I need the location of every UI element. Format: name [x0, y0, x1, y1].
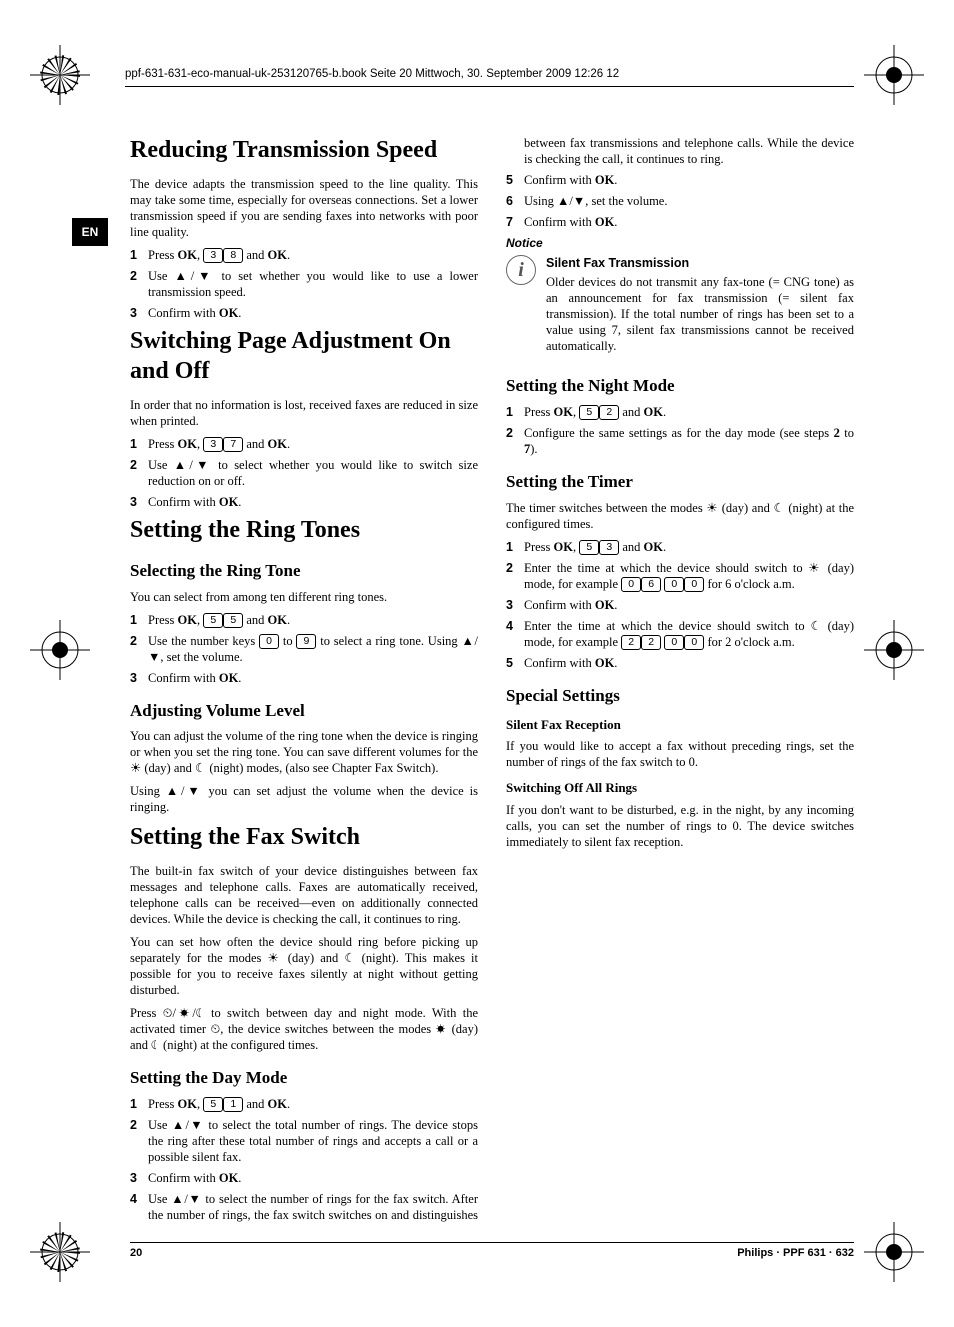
- para: Press ⏲/☀/☾ to switch between day and ni…: [130, 1005, 478, 1053]
- step-text: Confirm with OK.: [148, 305, 478, 321]
- step-text: Press OK, 53 and OK.: [524, 539, 854, 555]
- step-num: 1: [506, 404, 524, 420]
- h1-page-adjustment: Switching Page Adjustment On and Off: [130, 326, 478, 387]
- para: Using ▲/▼ you can set adjust the volume …: [130, 783, 478, 815]
- step-text: Confirm with OK.: [524, 172, 854, 188]
- step-text: Use ▲/▼ to select the total number of ri…: [148, 1117, 478, 1165]
- step-text: Press OK, 38 and OK.: [148, 247, 478, 263]
- step-num: 6: [506, 193, 524, 209]
- h2-selecting-ring-tone: Selecting the Ring Tone: [130, 560, 478, 582]
- step-text: Press OK, 52 and OK.: [524, 404, 854, 420]
- page-content: Reducing Transmission Speed The device a…: [130, 135, 854, 1227]
- step-text: Configure the same settings as for the d…: [524, 425, 854, 457]
- step-num: 3: [506, 597, 524, 613]
- header-rule: [125, 86, 854, 87]
- para: If you don't want to be disturbed, e.g. …: [506, 802, 854, 850]
- step-num: 2: [130, 633, 148, 665]
- step-num: 1: [506, 539, 524, 555]
- step-text: Press OK, 51 and OK.: [148, 1096, 478, 1112]
- para: If you would like to accept a fax withou…: [506, 738, 854, 770]
- step-text: Confirm with OK.: [524, 655, 854, 671]
- step-num: 4: [506, 618, 524, 650]
- crop-mark-mr: [864, 620, 924, 680]
- h3-switching-off-rings: Switching Off All Rings: [506, 780, 854, 797]
- para: The device adapts the transmission speed…: [130, 176, 478, 240]
- step-num: 2: [130, 457, 148, 489]
- step-text: Press OK, 37 and OK.: [148, 436, 478, 452]
- step-num: 1: [130, 1096, 148, 1112]
- notice-text: Older devices do not transmit any fax-to…: [546, 274, 854, 354]
- step-num: 2: [130, 268, 148, 300]
- step-text: Press OK, 55 and OK.: [148, 612, 478, 628]
- step-text: Use the number keys 0 to 9 to select a r…: [148, 633, 478, 665]
- step-num: 1: [130, 247, 148, 263]
- h1-fax-switch: Setting the Fax Switch: [130, 822, 478, 853]
- h2-night-mode: Setting the Night Mode: [506, 375, 854, 397]
- step-num: 3: [130, 670, 148, 686]
- h1-reducing-speed: Reducing Transmission Speed: [130, 135, 478, 166]
- crop-mark-ml: [30, 620, 90, 680]
- step-num: 3: [130, 305, 148, 321]
- para: You can adjust the volume of the ring to…: [130, 728, 478, 776]
- step-text: Use ▲/▼ to set whether you would like to…: [148, 268, 478, 300]
- step-text: Confirm with OK.: [524, 597, 854, 613]
- notice-label: Notice: [506, 236, 854, 251]
- page-footer: 20 Philips · PPF 631 · 632: [130, 1242, 854, 1259]
- notice-box: i Silent Fax Transmission Older devices …: [506, 255, 854, 361]
- info-icon: i: [506, 255, 536, 285]
- step-text: Confirm with OK.: [524, 214, 854, 230]
- print-header: ppf-631-631-eco-manual-uk-253120765-b.bo…: [125, 68, 619, 80]
- step-text: Enter the time at which the device shoul…: [524, 618, 854, 650]
- para: You can select from among ten different …: [130, 589, 478, 605]
- step-num: 2: [130, 1117, 148, 1165]
- step-text: Confirm with OK.: [148, 670, 478, 686]
- crop-mark-tl: [30, 45, 90, 105]
- h2-adjusting-volume: Adjusting Volume Level: [130, 700, 478, 722]
- crop-mark-bl: [30, 1222, 90, 1282]
- step-num: 7: [506, 214, 524, 230]
- step-text: Use ▲/▼ to select whether you would like…: [148, 457, 478, 489]
- h2-timer: Setting the Timer: [506, 471, 854, 493]
- para: The timer switches between the modes ☀ (…: [506, 500, 854, 532]
- h2-day-mode: Setting the Day Mode: [130, 1067, 478, 1089]
- step-text: Using ▲/▼, set the volume.: [524, 193, 854, 209]
- step-num: 2: [506, 560, 524, 592]
- step-text: Confirm with OK.: [148, 494, 478, 510]
- step-text: Confirm with OK.: [148, 1170, 478, 1186]
- para: The built-in fax switch of your device d…: [130, 863, 478, 927]
- step-num: 1: [130, 436, 148, 452]
- h3-silent-fax-reception: Silent Fax Reception: [506, 717, 854, 734]
- h1-ring-tones: Setting the Ring Tones: [130, 515, 478, 546]
- para: In order that no information is lost, re…: [130, 397, 478, 429]
- step-num: 2: [506, 425, 524, 457]
- language-tab: EN: [72, 218, 108, 246]
- step-num: 3: [130, 1170, 148, 1186]
- step-num: 3: [130, 494, 148, 510]
- crop-mark-tr: [864, 45, 924, 105]
- step-num: 5: [506, 172, 524, 188]
- product-name: Philips · PPF 631 · 632: [737, 1247, 854, 1259]
- crop-mark-br: [864, 1222, 924, 1282]
- para: You can set how often the device should …: [130, 934, 478, 998]
- step-num: 1: [130, 612, 148, 628]
- page-number: 20: [130, 1247, 142, 1259]
- notice-title: Silent Fax Transmission: [546, 255, 854, 271]
- step-num: 5: [506, 655, 524, 671]
- h2-special-settings: Special Settings: [506, 685, 854, 707]
- step-text: Enter the time at which the device shoul…: [524, 560, 854, 592]
